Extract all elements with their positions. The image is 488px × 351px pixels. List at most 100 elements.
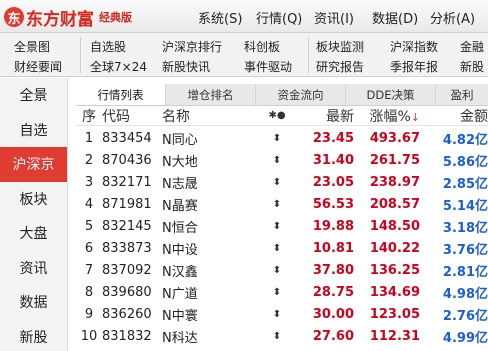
row-price: 56.53 <box>312 196 354 212</box>
sidebar-item-watchlist[interactable]: 自选 <box>0 113 67 148</box>
row-no: 8 <box>84 284 94 300</box>
toolbar-research[interactable]: 研究报告 <box>316 58 364 75</box>
row-name: N大地 <box>162 154 198 170</box>
table-body: 1 833454 N同心 ⬍ 23.45 493.67 4.82亿 2 870436 N大地 ⬍ 31… <box>76 127 488 347</box>
row-price: 23.45 <box>312 130 354 146</box>
row-change: 493.67 <box>369 130 420 146</box>
row-name: N汉鑫 <box>162 264 198 280</box>
table-row[interactable]: 5 832145 N恒合 ⬍ 19.88 148.50 3.18亿 <box>76 215 488 237</box>
toolbar-global-724[interactable]: 全球7×24 <box>90 58 147 75</box>
row-price: 10.81 <box>312 240 354 256</box>
table-row[interactable]: 8 839680 N广道 ⬍ 28.75 134.69 4.98亿 <box>76 281 488 303</box>
toolbar-star-market[interactable]: 科创板 <box>244 38 280 55</box>
sidebar-item-overview[interactable]: 全景 <box>0 78 67 113</box>
toolbar-reports[interactable]: 季报年报 <box>390 58 438 75</box>
toolbar-finance-news[interactable]: 财经要闻 <box>14 58 62 75</box>
row-name: N中寰 <box>162 308 198 324</box>
sidebar-item-market[interactable]: 沪深京 <box>0 147 67 182</box>
menu-news[interactable]: 资讯(I) <box>314 8 372 27</box>
row-mark-icon: ⬍ <box>272 220 282 232</box>
header-code[interactable]: 代码 <box>102 106 162 126</box>
row-amount: 2.76亿 <box>442 308 488 324</box>
menu-data[interactable]: 数据(D) <box>372 8 430 27</box>
tab-position-ranking[interactable]: 增仓排名 <box>166 84 256 105</box>
toolbar-ipo-news[interactable]: 新股快讯 <box>162 58 210 75</box>
row-change: 140.22 <box>369 240 420 256</box>
row-name: N中设 <box>162 242 198 258</box>
header-amount[interactable]: 金额 <box>420 106 488 126</box>
menu-analysis[interactable]: 分析(A) <box>430 8 488 27</box>
table-row[interactable]: 9 836260 N中寰 ⬍ 30.00 123.05 2.76亿 <box>76 303 488 325</box>
row-code: 832145 <box>102 218 152 234</box>
row-amount: 3.76亿 <box>442 242 488 258</box>
row-change: 208.57 <box>369 196 420 212</box>
menu-quotes[interactable]: 行情(Q) <box>256 8 314 27</box>
row-change: 148.50 <box>369 218 420 234</box>
sidebar-item-data[interactable]: 数据 <box>0 285 67 320</box>
toolbar-divider <box>308 37 309 73</box>
toolbar-new-stock[interactable]: 新股 <box>460 58 484 75</box>
row-change: 123.05 <box>369 306 420 322</box>
title-bar: 东 东方财富 经典版 系统(S) 行情(Q) 资讯(I) 数据(D) 分析(A) <box>0 0 488 33</box>
tab-dde[interactable]: DDE决策 <box>346 84 436 105</box>
table-row[interactable]: 7 837092 N汉鑫 ⬍ 37.80 136.25 2.81亿 <box>76 259 488 281</box>
row-code: 871981 <box>102 196 152 212</box>
toolbar-finance[interactable]: 金融 <box>460 38 484 55</box>
sidebar-item-index[interactable]: 大盘 <box>0 216 67 251</box>
row-price: 37.80 <box>312 262 354 278</box>
row-code: 870436 <box>102 152 152 168</box>
sidebar-item-news[interactable]: 资讯 <box>0 251 67 286</box>
sidebar-item-sectors[interactable]: 板块 <box>0 182 67 217</box>
toolbar-overview[interactable]: 全景图 <box>14 38 50 55</box>
row-mark-icon: ⬍ <box>272 330 282 342</box>
row-price: 31.40 <box>312 152 354 168</box>
row-mark-icon: ⬍ <box>272 198 282 210</box>
tab-quote-list[interactable]: 行情列表 <box>76 84 166 105</box>
tab-fund-flow[interactable]: 资金流向 <box>256 84 346 105</box>
table-row[interactable]: 1 833454 N同心 ⬍ 23.45 493.67 4.82亿 <box>76 127 488 149</box>
table-row[interactable]: 3 832171 N志晟 ⬍ 23.05 238.97 2.85亿 <box>76 171 488 193</box>
left-sidebar: 全景 自选 沪深京 板块 大盘 资讯 数据 新股 <box>0 78 68 351</box>
row-name: N晶赛 <box>162 198 198 214</box>
function-toolbar: 全景图 财经要闻 自选股 全球7×24 沪深京排行 新股快讯 科创板 事件驱动 … <box>0 33 488 77</box>
toolbar-sector-monitor[interactable]: 板块监测 <box>316 38 364 55</box>
row-mark-icon: ⬍ <box>272 286 282 298</box>
row-code: 839680 <box>102 284 152 300</box>
table-row[interactable]: 2 870436 N大地 ⬍ 31.40 261.75 5.86亿 <box>76 149 488 171</box>
row-change: 112.31 <box>369 328 420 344</box>
row-amount: 2.85亿 <box>442 176 488 192</box>
tab-profit[interactable]: 盈利 <box>436 84 488 105</box>
row-mark-icon: ⬍ <box>272 242 282 254</box>
row-no: 9 <box>84 306 94 322</box>
table-row[interactable]: 6 833873 N中设 ⬍ 10.81 140.22 3.76亿 <box>76 237 488 259</box>
table-header: 序 代码 名称 ✱● 最新 涨幅%↓ 金额 <box>76 106 488 126</box>
logo-icon: 东 <box>4 7 24 27</box>
row-name: N恒合 <box>162 220 198 236</box>
header-no[interactable]: 序 <box>76 106 102 126</box>
header-mark-icon[interactable]: ✱● <box>260 110 294 121</box>
row-code: 832171 <box>102 174 152 190</box>
row-no: 2 <box>84 152 94 168</box>
row-no: 1 <box>84 130 94 146</box>
row-price: 27.60 <box>312 328 354 344</box>
row-mark-icon: ⬍ <box>272 308 282 320</box>
row-amount: 5.14亿 <box>442 198 488 214</box>
row-no: 3 <box>84 174 94 190</box>
table-row[interactable]: 4 871981 N晶赛 ⬍ 56.53 208.57 5.14亿 <box>76 193 488 215</box>
toolbar-rankings[interactable]: 沪深京排行 <box>162 38 222 55</box>
toolbar-indices[interactable]: 沪深指数 <box>390 38 438 55</box>
toolbar-watchlist[interactable]: 自选股 <box>90 38 126 55</box>
quote-tabs: 行情列表 增仓排名 资金流向 DDE决策 盈利 <box>76 84 488 106</box>
sidebar-item-new-stocks[interactable]: 新股 <box>0 320 67 351</box>
toolbar-event-driven[interactable]: 事件驱动 <box>244 58 292 75</box>
table-row[interactable]: 10 831832 N科达 ⬍ 27.60 112.31 4.99亿 <box>76 325 488 347</box>
row-name: N广道 <box>162 286 198 302</box>
row-code: 833454 <box>102 130 152 146</box>
header-price[interactable]: 最新 <box>294 106 354 126</box>
row-price: 19.88 <box>312 218 354 234</box>
quote-panel: 行情列表 增仓排名 资金流向 DDE决策 盈利 序 代码 名称 ✱● 最新 涨幅… <box>76 84 488 351</box>
menu-system[interactable]: 系统(S) <box>198 8 256 27</box>
header-change[interactable]: 涨幅%↓ <box>354 106 420 126</box>
header-name[interactable]: 名称 <box>162 106 260 126</box>
row-code: 837092 <box>102 262 152 278</box>
